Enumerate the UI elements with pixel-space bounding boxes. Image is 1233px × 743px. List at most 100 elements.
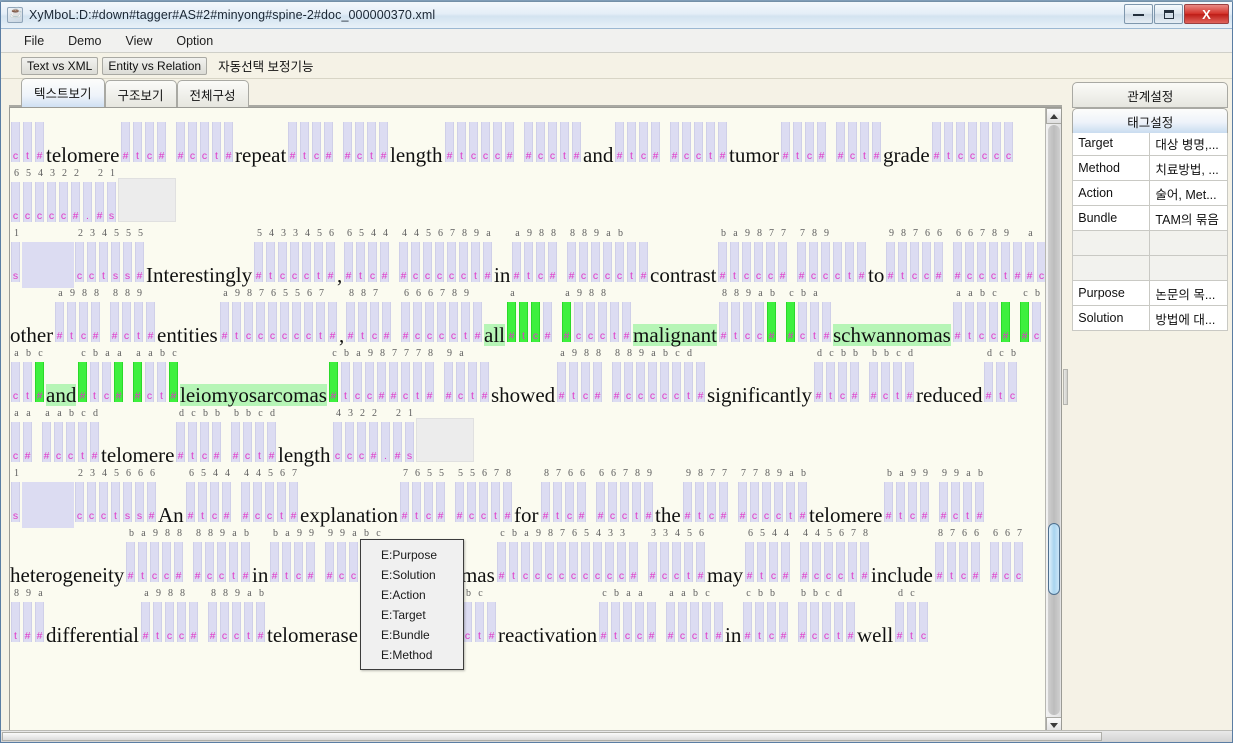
tag-char-column[interactable]: bc (689, 588, 700, 648)
tag-char-column[interactable]: bt (754, 588, 765, 648)
tag-char-column[interactable]: 9# (643, 468, 654, 528)
plain-word[interactable]: contrast (650, 228, 717, 288)
vertical-scroll-track[interactable] (1048, 125, 1060, 715)
tag-char-column[interactable]: 6c (434, 228, 445, 288)
tag-char-column[interactable]: ac (348, 528, 359, 588)
tab-relation-settings[interactable]: 관계설정 (1072, 82, 1229, 108)
tag-char-column[interactable]: b# (797, 468, 808, 528)
tag-char-column[interactable]: 6c (10, 168, 21, 228)
tag-char-column[interactable]: dt (683, 348, 694, 408)
tag-char-column[interactable]: 4 # (799, 528, 810, 588)
tag-char-column[interactable]: c (847, 108, 858, 168)
tag-char-column[interactable]: 7c (619, 468, 630, 528)
tag-char-column[interactable]: 8c (580, 348, 591, 408)
annotated-text-canvas[interactable]: ct # telomere # t c # # c c t # repeat # t c # # c t # lengt… (10, 108, 1046, 733)
tag-char-column[interactable]: 8 # (611, 348, 622, 408)
tag-char-column[interactable]: 4c (410, 228, 421, 288)
tag-char-column[interactable]: a # (22, 408, 33, 468)
tag-char-column[interactable]: 3c (289, 228, 300, 288)
tag-char-column[interactable]: 9t (133, 288, 144, 348)
tag-char-column[interactable]: 9# (305, 528, 316, 588)
tag-char-column[interactable]: # (871, 108, 882, 168)
tag-char-column[interactable]: c# (77, 348, 88, 408)
entity-type-context-menu[interactable]: E:Purpose E:Solution E:Action E:Target E… (360, 539, 464, 670)
context-item-action[interactable]: E:Action (361, 585, 463, 605)
tag-char-column[interactable]: 8t (631, 468, 642, 528)
tag-char-column[interactable]: # (695, 348, 706, 408)
tag-char-column[interactable]: 7 # (288, 468, 299, 528)
tag-char-column[interactable]: # (156, 108, 167, 168)
tag-char-column[interactable]: 6c (835, 528, 846, 588)
tag-char-column[interactable]: 5c (422, 228, 433, 288)
tag-char-column[interactable]: 8 # (345, 288, 356, 348)
tag-char-column[interactable]: 5c (466, 468, 477, 528)
plain-word[interactable]: may (707, 528, 744, 588)
tag-char-column[interactable]: a # (219, 288, 230, 348)
tag-char-column[interactable]: # (1012, 228, 1023, 288)
annotated-text-line[interactable]: other a #9 t 8 c 8 #8 #8 c 9 t # entities a #9 t 8 c 7 c 6 c 5 c… (10, 288, 1046, 348)
tag-char-column[interactable]: 8c (78, 288, 89, 348)
tag-char-column[interactable]: # (816, 108, 827, 168)
tag-char-column[interactable]: # (835, 108, 846, 168)
tag-char-column[interactable]: t (943, 108, 954, 168)
tag-char-column[interactable]: 9c (293, 528, 304, 588)
tag-char-column[interactable]: # (175, 108, 186, 168)
tag-char-column[interactable]: bc (659, 348, 670, 408)
tag-char-column[interactable]: 6c (568, 528, 579, 588)
tag-char-column[interactable]: 6t (276, 468, 287, 528)
tag-name-cell[interactable]: Solution (1072, 305, 1151, 331)
tag-char-column[interactable]: 9c (590, 228, 601, 288)
tag-char-column[interactable]: 6 # (146, 468, 157, 528)
tag-char-column[interactable]: 4 # (221, 468, 232, 528)
tag-char-column[interactable]: 6 # (933, 228, 944, 288)
vertical-scroll-thumb[interactable] (1048, 523, 1060, 595)
tag-char-column[interactable]: 2 # (392, 408, 403, 468)
selection-block[interactable] (22, 228, 74, 288)
tag-char-column[interactable]: a # (506, 288, 517, 348)
tag-char-column[interactable]: 6 # (595, 468, 606, 528)
tag-char-column[interactable]: 6t (411, 468, 422, 528)
tag-char-column[interactable]: 8t (730, 288, 741, 348)
tag-char-column[interactable]: c (967, 108, 978, 168)
tag-char-column[interactable]: 3c (616, 528, 627, 588)
tag-char-column[interactable]: 9t (152, 588, 163, 648)
tag-char-column[interactable]: 3c (277, 228, 288, 288)
tag-char-column[interactable]: 2 # (94, 168, 105, 228)
tag-char-column[interactable]: 8c (597, 288, 608, 348)
plain-word[interactable]: the (655, 468, 682, 528)
tag-char-column[interactable]: 6 # (185, 468, 196, 528)
tag-char-column[interactable]: 5c (291, 288, 302, 348)
tag-char-column[interactable]: 9c (532, 528, 543, 588)
tag-char-column[interactable]: # (145, 288, 156, 348)
tag-char-column[interactable]: t (211, 108, 222, 168)
tag-char-column[interactable]: # (638, 228, 649, 288)
plain-word[interactable]: in (725, 588, 742, 648)
tag-char-column[interactable]: b# (868, 348, 879, 408)
tag-char-column[interactable]: 7c (400, 348, 411, 408)
tag-char-column[interactable]: c# (598, 588, 609, 648)
tag-char-column[interactable]: c (311, 108, 322, 168)
context-item-purpose[interactable]: E:Purpose (361, 545, 463, 565)
context-item-method[interactable]: E:Method (361, 645, 463, 665)
tag-name-cell[interactable]: Action (1072, 180, 1151, 206)
tag-char-column[interactable]: ac (10, 348, 21, 408)
tag-char-column[interactable]: at (281, 528, 292, 588)
tag-char-column[interactable]: # (778, 588, 789, 648)
tag-char-column[interactable]: 6c (303, 288, 314, 348)
tag-char-column[interactable]: 4 # (240, 468, 251, 528)
tag-char-column[interactable]: b# (883, 468, 894, 528)
tag-char-column[interactable]: 6 # (970, 528, 981, 588)
tag-char-column[interactable]: 9t (460, 288, 471, 348)
tag-char-column[interactable]: b# (269, 528, 280, 588)
tag-char-column[interactable]: c (492, 108, 503, 168)
tag-char-column[interactable]: 4c (209, 468, 220, 528)
tag-char-column[interactable]: d # (813, 348, 824, 408)
tag-char-column[interactable]: 8c (808, 228, 819, 288)
tag-char-column[interactable]: 1s (10, 228, 21, 288)
table-row[interactable]: Purpose 논문의 목... (1072, 280, 1229, 306)
entity-word[interactable]: malignant (633, 288, 718, 348)
entity-word[interactable]: leiomyosarcomas (180, 348, 328, 408)
tag-char-column[interactable]: 8 # (109, 288, 120, 348)
tag-char-column[interactable]: a # (54, 288, 65, 348)
plain-word[interactable]: differential (46, 588, 140, 648)
